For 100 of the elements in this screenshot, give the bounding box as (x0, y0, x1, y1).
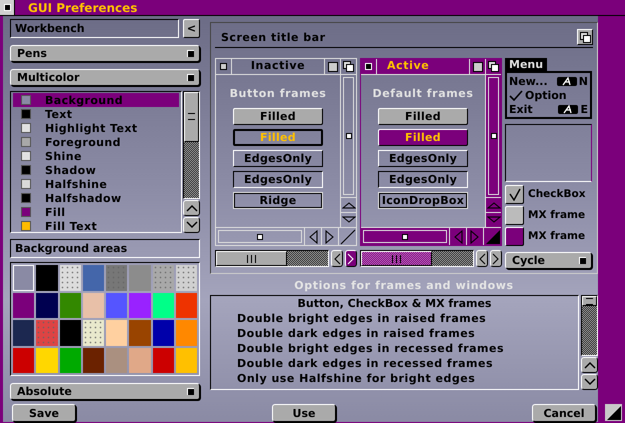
pen-item[interactable]: Text (13, 107, 179, 121)
action-button[interactable]: Cancel (532, 404, 596, 422)
background-swatch[interactable] (129, 348, 150, 373)
pen-item[interactable]: Shadow (13, 163, 179, 177)
radio-button[interactable] (505, 206, 524, 224)
window-title: GUI Preferences (28, 0, 138, 14)
pen-item[interactable]: Halfshine (13, 177, 179, 191)
background-swatch[interactable] (176, 292, 197, 318)
sample-button[interactable]: EdgesOnly (378, 171, 468, 188)
background-swatch[interactable] (60, 320, 81, 346)
pen-item[interactable]: Shine (13, 149, 179, 163)
option-item[interactable]: Double dark edges in raised frames (211, 327, 578, 342)
background-swatch[interactable] (60, 292, 81, 318)
pen-item[interactable]: Fill Text (13, 219, 179, 233)
background-swatch[interactable] (13, 265, 34, 290)
sample-button[interactable]: EdgesOnly (233, 150, 323, 167)
background-swatch[interactable] (152, 265, 174, 290)
background-swatch[interactable] (106, 265, 128, 290)
option-item[interactable]: Only use Halfshine for bright edges (211, 372, 578, 387)
scroll-up-button[interactable] (183, 200, 200, 216)
scroll-down-button[interactable] (581, 374, 598, 390)
scrollbar[interactable] (360, 250, 474, 267)
scroll-down-button[interactable] (183, 217, 200, 233)
menu-item[interactable]: Option (509, 88, 588, 102)
cycle-icon (579, 257, 586, 264)
background-swatch[interactable] (13, 348, 34, 373)
amiga-key-icon (558, 104, 578, 114)
resize-icon[interactable] (483, 228, 501, 245)
sample-button[interactable]: IconDropBox (378, 192, 468, 209)
action-button[interactable]: Use (272, 404, 336, 422)
pen-item[interactable]: Fill (13, 205, 179, 219)
frame-heading: Default frames (372, 87, 474, 100)
background-swatch[interactable] (82, 348, 104, 373)
cycle-button[interactable]: Cycle (505, 252, 592, 269)
menu-title[interactable]: Menu (505, 58, 548, 71)
background-swatch[interactable] (82, 320, 104, 346)
background-swatch[interactable] (13, 320, 34, 346)
zoom-icon[interactable] (324, 59, 340, 74)
background-swatch[interactable] (36, 265, 58, 290)
scrollbar[interactable] (215, 250, 329, 267)
background-swatch[interactable] (106, 292, 128, 318)
popup-button[interactable]: < (183, 19, 200, 38)
background-swatch[interactable] (36, 320, 58, 346)
background-swatch[interactable] (82, 292, 104, 318)
option-item[interactable]: Double bright edges in recessed frames (211, 342, 578, 357)
pen-item[interactable]: Foreground (13, 135, 179, 149)
close-icon[interactable] (0, 0, 15, 15)
depth-icon[interactable] (340, 59, 356, 74)
zoom-icon[interactable] (469, 59, 485, 74)
background-swatch[interactable] (176, 320, 197, 346)
background-swatch[interactable] (176, 348, 197, 373)
sample-button[interactable]: EdgesOnly (233, 171, 323, 188)
pen-item[interactable]: Halfshadow (13, 191, 179, 205)
background-swatch[interactable] (152, 348, 174, 373)
background-swatch[interactable] (129, 265, 150, 290)
resize-icon[interactable] (605, 404, 622, 421)
resize-icon[interactable] (338, 228, 356, 245)
background-swatch[interactable] (36, 348, 58, 373)
section-heading: Options for frames and windows (293, 279, 515, 293)
sample-button[interactable]: Ridge (233, 192, 323, 209)
background-swatch[interactable] (60, 348, 81, 373)
action-button[interactable]: Save (12, 404, 76, 422)
background-swatch[interactable] (176, 265, 197, 290)
background-swatch[interactable] (36, 292, 58, 318)
sample-button[interactable]: Filled (378, 129, 468, 146)
section-label: Background areas (10, 239, 200, 258)
pens-cycle[interactable]: Pens (10, 45, 200, 62)
background-swatch[interactable] (106, 348, 128, 373)
radio-button[interactable] (505, 226, 524, 246)
list-title: Button, CheckBox & MX frames (296, 297, 492, 312)
option-item[interactable]: Double dark edges in recessed frames (211, 357, 578, 372)
scrollbar[interactable] (183, 91, 200, 199)
option-item[interactable]: Double bright edges in raised frames (211, 312, 578, 327)
background-swatch[interactable] (152, 292, 174, 318)
window-title: Active (386, 59, 430, 74)
radio-label: MX frame (528, 209, 586, 221)
scrollbar[interactable] (581, 295, 598, 356)
frame-heading: Button frames (230, 87, 326, 100)
background-swatch[interactable] (106, 320, 128, 346)
scroll-up-button[interactable] (581, 357, 598, 373)
sample-button[interactable]: EdgesOnly (378, 150, 468, 167)
background-swatch[interactable] (152, 320, 174, 346)
scale-cycle[interactable]: Absolute (10, 383, 200, 400)
background-swatch[interactable] (82, 265, 104, 290)
depth-icon[interactable] (485, 59, 501, 74)
background-swatch[interactable] (129, 292, 150, 318)
checkbox[interactable] (505, 184, 524, 204)
sample-button[interactable]: Filled (378, 108, 468, 125)
radio-label: MX frame (528, 230, 586, 242)
menu-item[interactable]: New... N (509, 74, 588, 88)
background-swatch[interactable] (13, 292, 34, 318)
theme-field[interactable]: Workbench (10, 19, 179, 38)
screen-title-label: Screen title bar (221, 30, 326, 44)
pen-item[interactable]: Highlight Text (13, 121, 179, 135)
menu-item[interactable]: Exit E (509, 102, 588, 116)
sample-button[interactable]: Filled (233, 108, 323, 125)
mode-cycle[interactable]: Multicolor (10, 69, 200, 86)
background-swatch[interactable] (60, 265, 81, 290)
background-swatch[interactable] (129, 320, 150, 346)
window-title: Inactive (250, 59, 306, 74)
